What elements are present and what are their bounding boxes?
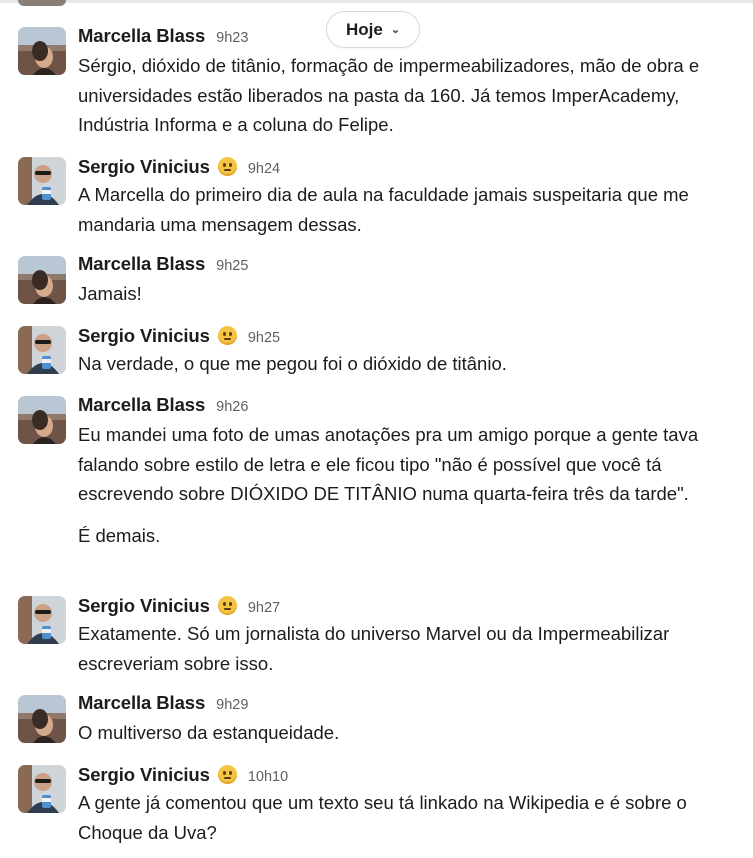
message-text: A Marcella do primeiro dia de aula na fa…: [78, 180, 738, 239]
timestamp[interactable]: 9h26: [216, 399, 248, 415]
message-paragraph: Sérgio, dióxido de titânio, formação de …: [78, 55, 700, 135]
chevron-down-icon: ⌄: [390, 24, 401, 36]
author-name[interactable]: Sergio Vinicius: [78, 156, 210, 178]
author-name[interactable]: Sergio Vinicius: [78, 325, 210, 347]
author-name[interactable]: Sergio Vinicius: [78, 764, 210, 786]
message-text: Sérgio, dióxido de titânio, formação de …: [78, 51, 738, 140]
message-paragraph: Na verdade, o que me pegou foi o dióxido…: [78, 353, 507, 374]
slightly-smiling-face-icon[interactable]: [217, 596, 237, 615]
avatar-sergio[interactable]: [18, 765, 66, 813]
author-name[interactable]: Marcella Blass: [78, 25, 205, 47]
message-paragraph: O multiverso da estanqueidade.: [78, 722, 340, 743]
message-paragraph: Eu mandei uma foto de umas anotações pra…: [78, 424, 699, 504]
avatar-sergio[interactable]: [18, 326, 66, 374]
message-text: O multiverso da estanqueidade.: [78, 718, 738, 748]
avatar-marcella[interactable]: [18, 396, 66, 444]
message-text: A gente já comentou que um texto seu tá …: [78, 788, 738, 847]
avatar-marcella[interactable]: [18, 256, 66, 304]
message-paragraph: Exatamente. Só um jornalista do universo…: [78, 623, 670, 674]
timestamp[interactable]: 10h10: [248, 769, 288, 785]
date-divider-label: Hoje: [345, 19, 383, 39]
message-text: Eu mandei uma foto de umas anotações pra…: [78, 420, 738, 550]
message-paragraph: A gente já comentou que um texto seu tá …: [78, 792, 687, 843]
timestamp[interactable]: 9h23: [216, 30, 248, 46]
author-name[interactable]: Sergio Vinicius: [78, 595, 210, 617]
avatar-marcella[interactable]: [18, 27, 66, 75]
timestamp[interactable]: 9h27: [248, 600, 280, 616]
timestamp[interactable]: 9h25: [216, 258, 248, 274]
message-paragraph: É demais.: [78, 524, 161, 546]
top-scroll-edge: [0, 0, 753, 3]
avatar-sergio[interactable]: [18, 596, 66, 644]
message-paragraph: Jamais!: [78, 283, 142, 304]
timestamp[interactable]: 9h29: [216, 697, 248, 713]
slightly-smiling-face-icon[interactable]: [217, 765, 237, 784]
message-text: Exatamente. Só um jornalista do universo…: [78, 619, 738, 678]
author-name[interactable]: Marcella Blass: [78, 253, 205, 275]
message-text: Na verdade, o que me pegou foi o dióxido…: [78, 349, 738, 379]
message-text: Jamais!: [78, 279, 738, 309]
avatar-marcella[interactable]: [18, 695, 66, 743]
cut-off-avatar: [18, 0, 66, 6]
message-paragraph: A Marcella do primeiro dia de aula na fa…: [78, 184, 689, 235]
slightly-smiling-face-icon[interactable]: [217, 326, 237, 345]
timestamp[interactable]: 9h25: [248, 330, 280, 346]
author-name[interactable]: Marcella Blass: [78, 692, 205, 714]
slightly-smiling-face-icon[interactable]: [217, 157, 237, 176]
avatar-sergio[interactable]: [18, 157, 66, 205]
author-name[interactable]: Marcella Blass: [78, 394, 205, 416]
date-divider-button[interactable]: Hoje ⌄: [326, 11, 420, 48]
timestamp[interactable]: 9h24: [248, 161, 280, 177]
